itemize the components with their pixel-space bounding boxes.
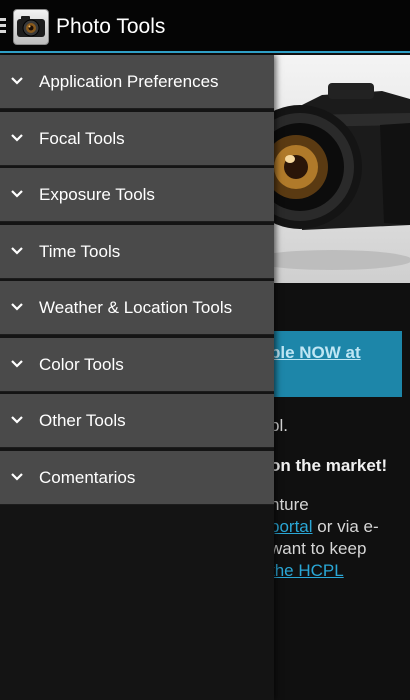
drawer-item-other-tools[interactable]: Other Tools (0, 394, 274, 448)
chevron-down-icon (11, 303, 23, 311)
chevron-down-icon (11, 190, 23, 198)
chevron-down-icon (11, 360, 23, 368)
menu-icon[interactable] (0, 18, 6, 34)
body-text-fragment: or via e- (312, 517, 379, 536)
chevron-down-icon (11, 416, 23, 424)
chevron-down-icon (11, 134, 23, 142)
app-screen: Photo Tools ble NOW at pl. on the market… (0, 0, 410, 700)
drawer-item-application-preferences[interactable]: Application Preferences (0, 55, 274, 109)
body-text-line-bold: on the market! (270, 456, 388, 475)
action-bar: Photo Tools (0, 0, 410, 53)
drawer-item-comentarios[interactable]: Comentarios (0, 451, 274, 505)
drawer-item-label: Focal Tools (39, 129, 125, 148)
drawer-item-time-tools[interactable]: Time Tools (0, 225, 274, 279)
body-text-line: nture (270, 495, 309, 514)
navigation-drawer: Application Preferences Focal Tools Expo… (0, 55, 274, 700)
body-text-line: want to keep (270, 539, 367, 558)
hcpl-link[interactable]: the HCPL (270, 561, 344, 580)
drawer-item-label: Other Tools (39, 411, 126, 430)
body-text-line: the HCPL (270, 560, 344, 582)
chevron-down-icon (11, 473, 23, 481)
promo-banner[interactable]: ble NOW at (262, 331, 402, 397)
drawer-item-exposure-tools[interactable]: Exposure Tools (0, 168, 274, 222)
drawer-item-label: Exposure Tools (39, 185, 155, 204)
chevron-down-icon (11, 247, 23, 255)
drawer-item-label: Weather & Location Tools (39, 298, 233, 317)
drawer-item-label: Comentarios (39, 468, 136, 487)
portal-link[interactable]: portal (270, 517, 313, 536)
camera-hero-image (262, 55, 410, 283)
drawer-item-label: Time Tools (39, 242, 121, 261)
promo-link[interactable]: ble NOW at (270, 343, 361, 362)
app-title: Photo Tools (56, 15, 166, 38)
drawer-item-weather-location-tools[interactable]: Weather & Location Tools (0, 281, 274, 335)
chevron-down-icon (11, 77, 23, 85)
drawer-item-focal-tools[interactable]: Focal Tools (0, 112, 274, 166)
drawer-item-label: Application Preferences (39, 72, 219, 91)
drawer-item-color-tools[interactable]: Color Tools (0, 338, 274, 392)
drawer-item-label: Color Tools (39, 355, 124, 374)
camera-app-icon[interactable] (13, 9, 49, 45)
body-text-line: portal or via e- (270, 516, 379, 538)
